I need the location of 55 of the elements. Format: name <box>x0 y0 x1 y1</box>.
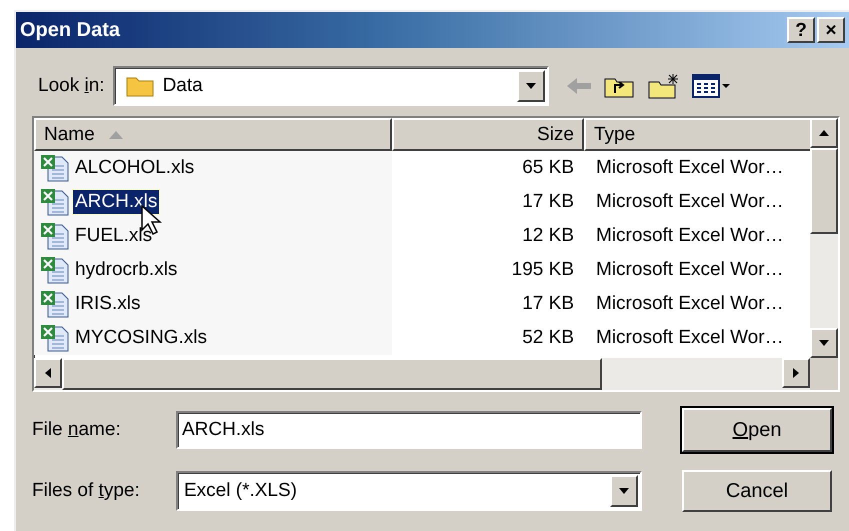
column-header-label: Type <box>594 124 636 146</box>
column-header-label: Size <box>537 124 574 146</box>
file-name-item[interactable]: FUEL.xls <box>73 224 154 248</box>
column-header-label: Name <box>44 124 95 146</box>
spreadsheet-file-icon <box>40 188 70 216</box>
scrollbar-corner <box>810 358 838 390</box>
scroll-thumb[interactable] <box>810 148 838 234</box>
down-arrow-icon <box>819 338 829 348</box>
left-arrow-icon <box>43 368 53 378</box>
column-header[interactable]: Type <box>584 118 810 151</box>
file-name-item[interactable]: ARCH.xls <box>73 190 160 214</box>
look-in-dropdown[interactable]: Data <box>112 66 549 106</box>
file-type-cell-text: Microsoft Excel Wor… <box>595 259 784 281</box>
cancel-button[interactable]: Cancel <box>682 470 832 512</box>
file-size-cell-text: 17 KB <box>521 191 575 213</box>
view-menu-icon[interactable] <box>690 73 731 99</box>
open-button[interactable]: Open <box>682 408 832 452</box>
down-arrow-icon <box>526 81 536 91</box>
dropdown-button[interactable] <box>610 475 638 507</box>
look-in-label: Look in: <box>38 75 105 97</box>
column-header[interactable]: Name <box>34 118 392 151</box>
file-size-cell-text: 65 KB <box>521 157 575 179</box>
file-type-value: Excel (*.XLS) <box>184 480 297 502</box>
file-type-cell-text: Microsoft Excel Wor… <box>595 293 784 315</box>
file-size-cell-text: 195 KB <box>510 259 575 281</box>
file-type-cell-text: Microsoft Excel Wor… <box>595 157 784 179</box>
new-folder-icon[interactable] <box>646 72 681 100</box>
file-type-cell-text: Microsoft Excel Wor… <box>595 225 784 247</box>
file-name-field[interactable]: ARCH.xls <box>176 411 642 449</box>
file-type-cell-text: Microsoft Excel Wor… <box>595 191 784 213</box>
file-size-cell-text: 17 KB <box>521 293 575 315</box>
close-button[interactable]: × <box>817 17 845 43</box>
help-button[interactable]: ? <box>787 17 815 43</box>
file-type-dropdown[interactable]: Excel (*.XLS) <box>176 471 642 511</box>
vertical-scrollbar[interactable] <box>810 118 838 358</box>
column-header[interactable]: Size <box>392 118 584 151</box>
file-type-label: Files of type: <box>32 480 141 502</box>
look-in-value: Data <box>162 75 203 97</box>
file-name-item[interactable]: IRIS.xls <box>73 292 142 316</box>
file-size-cell-text: 12 KB <box>521 225 575 247</box>
file-name-label: File name: <box>32 419 122 441</box>
window-title: Open Data <box>20 18 120 42</box>
spreadsheet-file-icon <box>40 256 70 284</box>
horizontal-scrollbar[interactable] <box>34 358 810 390</box>
right-arrow-icon <box>791 368 801 378</box>
down-arrow-icon <box>619 486 629 496</box>
scroll-thumb[interactable] <box>62 358 602 390</box>
up-arrow-icon <box>819 128 829 138</box>
file-size-cell-text: 52 KB <box>521 327 575 349</box>
spreadsheet-file-icon <box>40 222 70 250</box>
spreadsheet-file-icon <box>40 154 70 182</box>
file-type-cell-text: Microsoft Excel Wor… <box>595 327 784 349</box>
dropdown-button[interactable] <box>516 70 545 102</box>
spreadsheet-file-icon <box>40 324 70 352</box>
spreadsheet-file-icon <box>40 290 70 318</box>
